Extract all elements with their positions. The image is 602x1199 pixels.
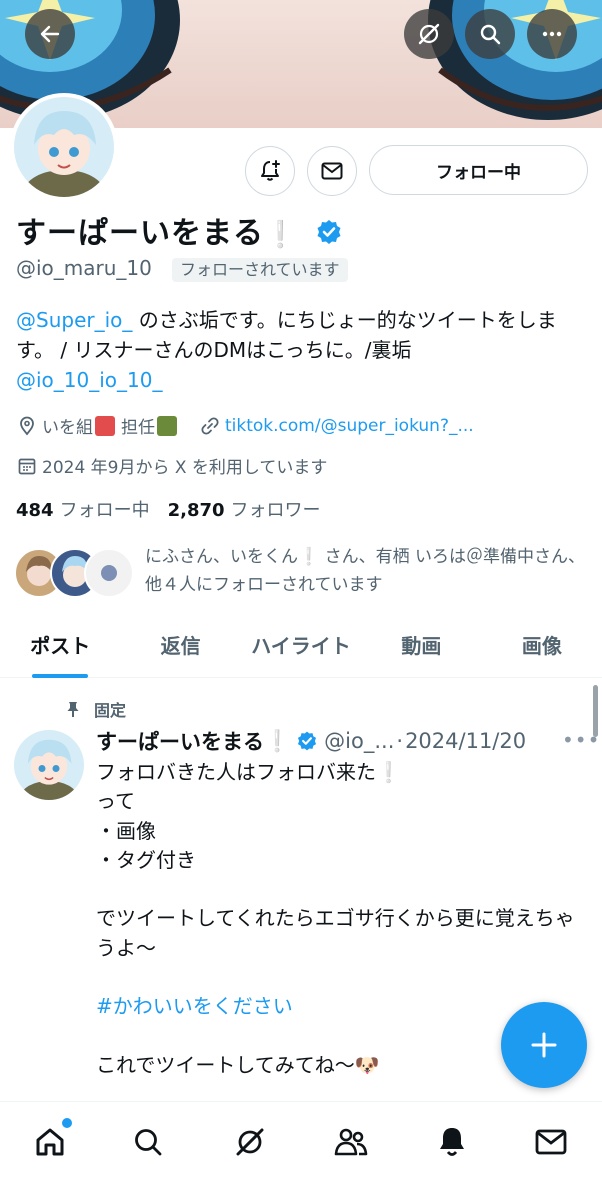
bottom-navigation bbox=[0, 1101, 602, 1199]
tab-label: 画像 bbox=[521, 634, 562, 658]
followed-by-avatars[interactable] bbox=[14, 548, 134, 600]
bio-alt-account-link[interactable]: @io_10_io_10_ bbox=[16, 368, 162, 392]
location-text-b: 担任 bbox=[121, 418, 155, 438]
nav-search[interactable] bbox=[128, 1122, 168, 1162]
pinned-indicator: 固定 bbox=[64, 697, 126, 721]
more-horizontal-icon bbox=[542, 31, 562, 37]
post-author-handle[interactable]: @io_... bbox=[324, 729, 394, 753]
post-header: すーぱーいをまる ❕ @io_... · 2024/11/20 bbox=[96, 726, 526, 756]
more-button[interactable] bbox=[527, 9, 577, 59]
post-author-name[interactable]: すーぱーいをまる bbox=[96, 726, 264, 756]
pin-icon bbox=[67, 702, 79, 717]
tab-label: 動画 bbox=[401, 634, 442, 658]
notification-dot bbox=[62, 1118, 72, 1128]
follower-avatar bbox=[84, 548, 134, 598]
profile-bio: @Super_io_ のさぶ垢です。にちじょー的なツイートをします。 / リスナ… bbox=[16, 305, 591, 395]
profile-meta-row: いを組 担任 tiktok.com/@super_iokun?_... bbox=[16, 413, 474, 438]
bio-mention-link[interactable]: @Super_io_ bbox=[16, 308, 132, 332]
home-icon bbox=[36, 1128, 64, 1156]
profile-handle: @io_maru_10 bbox=[16, 256, 152, 280]
teacher-emoji bbox=[157, 415, 177, 436]
location-pin-icon bbox=[16, 415, 38, 437]
avatar-image bbox=[14, 97, 114, 197]
post-author-avatar[interactable] bbox=[14, 730, 84, 800]
post-line1: フォロバきた人はフォロバ来た bbox=[96, 760, 376, 784]
compose-button[interactable] bbox=[501, 1002, 587, 1088]
tab-label: ハイライト bbox=[251, 634, 351, 658]
nav-communities[interactable] bbox=[331, 1122, 371, 1162]
following-label[interactable]: フォロー中 bbox=[60, 500, 150, 521]
following-count[interactable]: 484 bbox=[16, 500, 54, 521]
search-icon bbox=[135, 1129, 162, 1156]
tab-highlights[interactable]: ハイライト bbox=[241, 620, 361, 677]
search-icon bbox=[480, 24, 501, 45]
tab-label: ポスト bbox=[30, 634, 91, 658]
author-emoji: ❕ bbox=[264, 728, 291, 753]
nav-notifications[interactable] bbox=[432, 1122, 472, 1162]
grok-button[interactable] bbox=[404, 9, 454, 59]
followers-label[interactable]: フォロワー bbox=[231, 500, 321, 521]
joined-text: 2024 年9月から X を利用しています bbox=[42, 458, 328, 478]
post-body-a: って ・画像 ・タグ付き でツイートしてくれたらエゴサ行くから更に覚えちゃうよ〜 bbox=[96, 789, 575, 960]
bell-icon bbox=[440, 1128, 464, 1156]
arrow-left-icon bbox=[40, 25, 60, 43]
display-name-text: すーぱーいをまる bbox=[16, 216, 264, 251]
post-date[interactable]: 2024/11/20 bbox=[405, 729, 526, 753]
crown-emoji bbox=[95, 415, 115, 436]
profile-tabs: ポスト 返信 ハイライト 動画 画像 bbox=[0, 620, 602, 678]
grok-slash-icon bbox=[418, 23, 440, 45]
back-button[interactable] bbox=[25, 9, 75, 59]
post-separator: · bbox=[396, 729, 404, 753]
search-button[interactable] bbox=[465, 9, 515, 59]
post-hashtag[interactable]: #かわいいをください bbox=[96, 994, 293, 1018]
follows-you-badge: フォローされています bbox=[172, 258, 348, 282]
communities-icon bbox=[334, 1128, 368, 1156]
nav-messages[interactable] bbox=[531, 1122, 571, 1162]
envelope-icon bbox=[321, 162, 343, 180]
notify-button[interactable] bbox=[245, 146, 295, 196]
active-tab-indicator bbox=[32, 674, 89, 678]
nav-home[interactable] bbox=[30, 1118, 72, 1162]
tab-videos[interactable]: 動画 bbox=[361, 620, 481, 677]
nav-grok[interactable] bbox=[230, 1122, 270, 1162]
scrollbar[interactable] bbox=[593, 685, 598, 737]
bell-plus-icon bbox=[261, 160, 280, 181]
joined-row: 2024 年9月から X を利用しています bbox=[16, 453, 327, 478]
profile-url-link[interactable]: tiktok.com/@super_iokun?_... bbox=[225, 416, 474, 436]
envelope-icon bbox=[535, 1129, 567, 1155]
display-name: すーぱーいをまる❕ bbox=[16, 208, 343, 252]
location-text-a: いを組 bbox=[42, 418, 93, 438]
tab-posts[interactable]: ポスト bbox=[0, 620, 120, 678]
name-emoji: ❕ bbox=[264, 220, 298, 250]
calendar-icon bbox=[16, 455, 38, 477]
tab-replies[interactable]: 返信 bbox=[120, 620, 240, 677]
plus-icon bbox=[531, 1032, 557, 1058]
following-button[interactable]: フォロー中 bbox=[369, 145, 588, 195]
post-line1-emoji: ❕ bbox=[376, 760, 401, 784]
verified-badge-icon bbox=[298, 731, 317, 751]
followers-count[interactable]: 2,870 bbox=[168, 500, 225, 521]
verified-badge-icon bbox=[317, 220, 341, 244]
pinned-label: 固定 bbox=[94, 701, 127, 720]
followed-by-text[interactable]: にふさん、いをくん❕ さん、有栖 いろは＠準備中さん、他４人にフォローされていま… bbox=[145, 543, 585, 599]
tab-media[interactable]: 画像 bbox=[482, 620, 602, 677]
grok-icon bbox=[236, 1128, 264, 1156]
link-icon bbox=[199, 415, 221, 437]
post-body-b: これでツイートしてみてね〜🐶 bbox=[96, 1052, 380, 1077]
profile-avatar[interactable] bbox=[10, 93, 118, 201]
message-button[interactable] bbox=[307, 146, 357, 196]
avatar-image bbox=[14, 730, 84, 800]
tab-label: 返信 bbox=[160, 634, 201, 658]
follow-counts: 484 フォロー中 2,870 フォロワー bbox=[16, 496, 339, 522]
